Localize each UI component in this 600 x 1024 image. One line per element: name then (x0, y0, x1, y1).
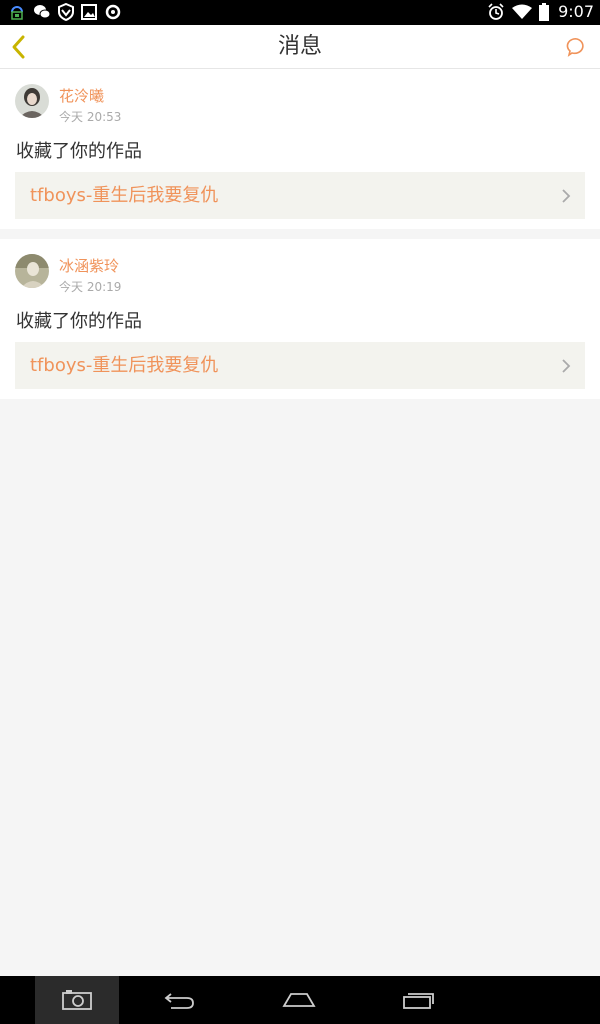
battery-icon (539, 2, 550, 21)
nav-back-button[interactable] (137, 976, 221, 1024)
vpn-shield-icon (58, 3, 74, 21)
timestamp: 今天 20:19 (59, 280, 122, 294)
navigation-bar (0, 976, 600, 1024)
timestamp: 今天 20:53 (59, 110, 122, 124)
avatar[interactable] (15, 84, 49, 118)
message-card: 冰涵紫玲 今天 20:19 收藏了你的作品 tfboys-重生后我要复仇 (0, 239, 600, 399)
screenshot-icon (62, 990, 92, 1010)
screenshot-button[interactable] (35, 976, 119, 1024)
app-header: 消息 (0, 25, 600, 69)
chat-button[interactable] (566, 36, 588, 58)
system-status-icons: 9:07 (487, 2, 594, 21)
home-icon (282, 993, 316, 1007)
wechat-icon (33, 4, 51, 20)
status-bar: 9:07 (0, 0, 600, 25)
alarm-icon (487, 2, 505, 21)
wifi-icon (512, 4, 533, 20)
nav-home-button[interactable] (257, 976, 341, 1024)
username[interactable]: 冰涵紫玲 (59, 255, 119, 276)
android-debug-icon (8, 3, 26, 21)
action-text: 收藏了你的作品 (16, 141, 142, 162)
avatar[interactable] (15, 254, 49, 288)
image-icon (81, 4, 97, 20)
work-link[interactable]: tfboys-重生后我要复仇 (15, 172, 585, 219)
page-title: 消息 (277, 34, 322, 59)
work-title: tfboys-重生后我要复仇 (30, 355, 219, 376)
message-card: 花泠曦 今天 20:53 收藏了你的作品 tfboys-重生后我要复仇 (0, 69, 600, 229)
message-list: 花泠曦 今天 20:53 收藏了你的作品 tfboys-重生后我要复仇 冰涵紫玲… (0, 69, 600, 399)
chat-bubble-icon (566, 38, 584, 57)
work-title: tfboys-重生后我要复仇 (30, 185, 219, 206)
recents-icon (403, 993, 434, 1009)
sync-icon (104, 3, 122, 21)
work-link[interactable]: tfboys-重生后我要复仇 (15, 342, 585, 389)
chevron-right-icon (562, 189, 571, 203)
chevron-right-icon (562, 359, 571, 373)
back-arrow-icon (164, 993, 194, 1009)
username[interactable]: 花泠曦 (59, 85, 104, 106)
action-text: 收藏了你的作品 (16, 311, 142, 332)
nav-recents-button[interactable] (377, 976, 461, 1024)
clock-time: 9:07 (558, 2, 594, 21)
notification-icons (8, 3, 122, 21)
